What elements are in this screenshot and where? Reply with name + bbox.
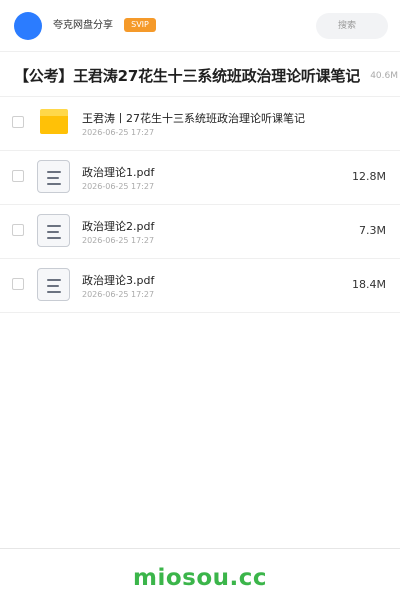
file-date: 2026-06-25 17:27 bbox=[82, 236, 155, 245]
file-name: 王君涛丨27花生十三系统班政治理论听课笔记 bbox=[82, 112, 305, 125]
list-item[interactable]: 政治理论3.pdf 2026-06-25 17:27 18.4M bbox=[0, 259, 400, 313]
file-name: 政治理论2.pdf bbox=[82, 220, 155, 233]
checkbox[interactable] bbox=[12, 170, 24, 182]
file-date: 2026-06-25 17:27 bbox=[82, 182, 155, 191]
file-name: 政治理论3.pdf bbox=[82, 274, 155, 287]
file-list: 王君涛丨27花生十三系统班政治理论听课笔记 2026-06-25 17:27 政… bbox=[0, 97, 400, 313]
header: 夸克网盘分享 SVIP 搜索 bbox=[0, 0, 400, 52]
folder-icon bbox=[40, 109, 68, 134]
document-icon bbox=[37, 268, 70, 301]
document-icon bbox=[37, 214, 70, 247]
list-item[interactable]: 王君涛丨27花生十三系统班政治理论听课笔记 2026-06-25 17:27 bbox=[0, 97, 400, 151]
file-date: 2026-06-25 17:27 bbox=[82, 128, 155, 137]
footer: miosou.cc bbox=[0, 548, 400, 600]
checkbox[interactable] bbox=[12, 116, 24, 128]
search-placeholder: 搜索 bbox=[337, 21, 356, 31]
folder-title-row: 【公考】王君涛27花生十三系统班政治理论听课笔记 40.6M bbox=[0, 53, 400, 97]
checkbox[interactable] bbox=[12, 278, 24, 290]
search-input[interactable]: 搜索 bbox=[316, 13, 388, 39]
list-item[interactable]: 政治理论2.pdf 2026-06-25 17:27 7.3M bbox=[0, 205, 400, 259]
file-date: 2026-06-25 17:27 bbox=[82, 290, 155, 299]
svip-badge: SVIP bbox=[124, 18, 156, 32]
list-item[interactable]: 政治理论1.pdf 2026-06-25 17:27 12.8M bbox=[0, 151, 400, 205]
file-name: 政治理论1.pdf bbox=[82, 166, 155, 179]
footer-brand[interactable]: miosou.cc bbox=[0, 563, 400, 593]
share-title: 夸克网盘分享 bbox=[53, 20, 113, 31]
share-page: 夸克网盘分享 SVIP 搜索 【公考】王君涛27花生十三系统班政治理论听课笔记 … bbox=[0, 0, 400, 600]
file-size: 18.4M bbox=[352, 278, 386, 291]
checkbox[interactable] bbox=[12, 224, 24, 236]
document-icon bbox=[37, 160, 70, 193]
folder-size: 40.6M bbox=[370, 71, 398, 81]
file-size: 12.8M bbox=[352, 170, 386, 183]
file-size: 7.3M bbox=[359, 224, 386, 237]
avatar[interactable] bbox=[14, 12, 42, 40]
folder-title: 【公考】王君涛27花生十三系统班政治理论听课笔记 bbox=[14, 67, 360, 85]
